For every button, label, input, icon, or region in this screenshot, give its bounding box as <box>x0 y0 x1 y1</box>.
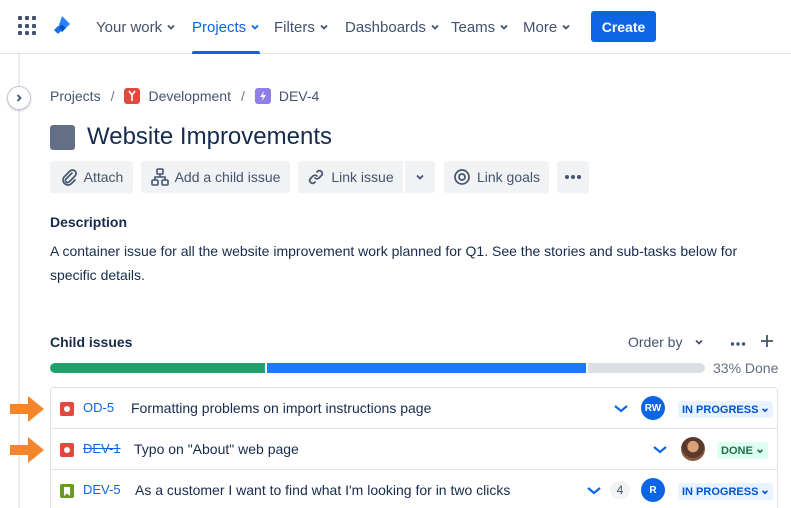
progress-percent-text: 33% Done <box>713 360 779 376</box>
annotation-arrow-icon <box>10 396 44 422</box>
order-by-label: Order by <box>628 334 683 350</box>
subtask-count-badge: 4 <box>610 481 630 499</box>
priority-low-icon <box>653 446 667 454</box>
avatar[interactable] <box>681 437 705 461</box>
priority-low-icon <box>587 487 601 495</box>
chevron-down-icon <box>416 174 424 180</box>
issue-summary[interactable]: Formatting problems on import instructio… <box>131 400 431 416</box>
paperclip-icon <box>61 169 77 186</box>
chevron-down-icon <box>167 24 175 30</box>
chevron-down-icon <box>431 24 439 30</box>
issue-summary[interactable]: Typo on "About" web page <box>134 441 299 457</box>
link-goals-label: Link goals <box>476 169 541 185</box>
attach-label: Attach <box>83 169 124 185</box>
order-by-button[interactable]: Order by <box>628 334 704 350</box>
breadcrumb: Projects / Development / DEV-4 <box>50 86 319 106</box>
nav-dashboards-label: Dashboards <box>345 18 426 36</box>
table-row[interactable]: DEV-5 As a customer I want to find what … <box>51 470 777 508</box>
nav-projects[interactable]: Projects <box>192 0 261 54</box>
breadcrumb-issue[interactable]: DEV-4 <box>254 88 320 104</box>
link-issue-dropdown[interactable] <box>405 161 435 193</box>
breadcrumb-projects[interactable]: Projects <box>50 88 101 104</box>
bug-icon <box>60 443 74 457</box>
plus-icon <box>761 335 773 347</box>
nav-teams[interactable]: Teams <box>451 0 509 54</box>
breadcrumb-separator: / <box>110 88 115 104</box>
more-icon <box>730 342 746 346</box>
expand-sidebar-button[interactable] <box>7 86 31 110</box>
status-label: DONE <box>721 444 753 457</box>
child-issues-list: OD-5 Formatting problems on import instr… <box>50 387 778 508</box>
chevron-down-icon <box>695 339 704 345</box>
chevron-right-icon <box>16 94 22 102</box>
create-button[interactable]: Create <box>591 11 656 42</box>
issue-type-icon[interactable] <box>50 124 75 150</box>
link-icon <box>309 169 324 185</box>
nav-teams-label: Teams <box>451 18 496 36</box>
table-row[interactable]: DEV-1 Typo on "About" web page DONE <box>51 429 777 470</box>
nav-more-label: More <box>523 18 558 36</box>
issue-title[interactable]: Website Improvements <box>87 123 332 151</box>
nav-projects-label: Projects <box>192 18 247 36</box>
breadcrumb-project[interactable]: Development <box>124 88 231 104</box>
nav-dashboards[interactable]: Dashboards <box>345 0 440 54</box>
chevron-down-icon <box>500 24 508 30</box>
top-navigation: Your work Projects Filters Dashboards Te… <box>0 0 791 54</box>
chevron-down-icon <box>756 448 763 453</box>
breadcrumb-project-label: Development <box>148 88 231 104</box>
annotation-arrow-icon <box>10 437 44 463</box>
child-issues-more-button[interactable] <box>730 334 746 352</box>
status-label: IN PROGRESS <box>682 403 759 416</box>
issue-key-link[interactable]: DEV-1 <box>83 441 121 456</box>
status-badge[interactable]: DONE <box>717 442 768 459</box>
table-row[interactable]: OD-5 Formatting problems on import instr… <box>51 388 777 429</box>
breadcrumb-separator: / <box>240 88 245 104</box>
child-issues-progress-bar <box>50 363 705 373</box>
chevron-down-icon <box>251 24 259 30</box>
epic-icon <box>254 88 271 104</box>
more-actions-button[interactable] <box>557 161 589 193</box>
progress-done-segment <box>50 363 265 373</box>
description-text[interactable]: A container issue for all the website im… <box>50 239 750 287</box>
link-issue-label: Link issue <box>331 169 394 185</box>
bug-icon <box>60 402 74 416</box>
issue-summary[interactable]: As a customer I want to find what I'm lo… <box>135 482 510 498</box>
target-icon <box>454 169 470 185</box>
chevron-down-icon <box>320 24 328 30</box>
add-child-issue-button[interactable]: Add a child issue <box>141 161 290 193</box>
add-child-issue-label: Add a child issue <box>174 169 281 185</box>
issue-key-link[interactable]: DEV-5 <box>83 482 121 497</box>
link-goals-button[interactable]: Link goals <box>444 161 549 193</box>
avatar[interactable]: RW <box>641 396 665 420</box>
breadcrumb-issue-label: DEV-4 <box>278 88 320 104</box>
priority-low-icon <box>614 405 628 413</box>
story-icon <box>60 484 74 498</box>
chevron-down-icon <box>762 407 769 412</box>
nav-filters[interactable]: Filters <box>274 0 329 54</box>
status-label: IN PROGRESS <box>682 485 759 498</box>
attach-button[interactable]: Attach <box>50 161 133 193</box>
add-child-plus-button[interactable] <box>760 330 774 352</box>
chevron-down-icon <box>762 489 769 494</box>
nav-filters-label: Filters <box>274 18 315 36</box>
progress-in-progress-segment <box>266 363 586 373</box>
status-badge[interactable]: IN PROGRESS <box>678 483 774 500</box>
avatar[interactable]: R <box>641 478 665 502</box>
app-switcher-icon[interactable] <box>18 16 38 36</box>
description-heading: Description <box>50 214 128 230</box>
issue-key-link[interactable]: OD-5 <box>83 400 114 415</box>
more-icon <box>565 175 581 179</box>
nav-your-work-label: Your work <box>96 18 163 36</box>
project-avatar-icon <box>124 88 141 104</box>
progress-todo-segment <box>587 363 705 373</box>
issue-title-row: Website Improvements <box>50 122 332 152</box>
link-issue-button[interactable]: Link issue <box>298 161 403 193</box>
jira-logo-icon[interactable] <box>50 14 74 38</box>
nav-your-work[interactable]: Your work <box>96 0 176 54</box>
status-badge[interactable]: IN PROGRESS <box>678 401 774 418</box>
child-issues-heading: Child issues <box>50 334 133 350</box>
hierarchy-icon <box>150 168 169 186</box>
chevron-down-icon <box>562 24 570 30</box>
nav-more[interactable]: More <box>523 0 571 54</box>
